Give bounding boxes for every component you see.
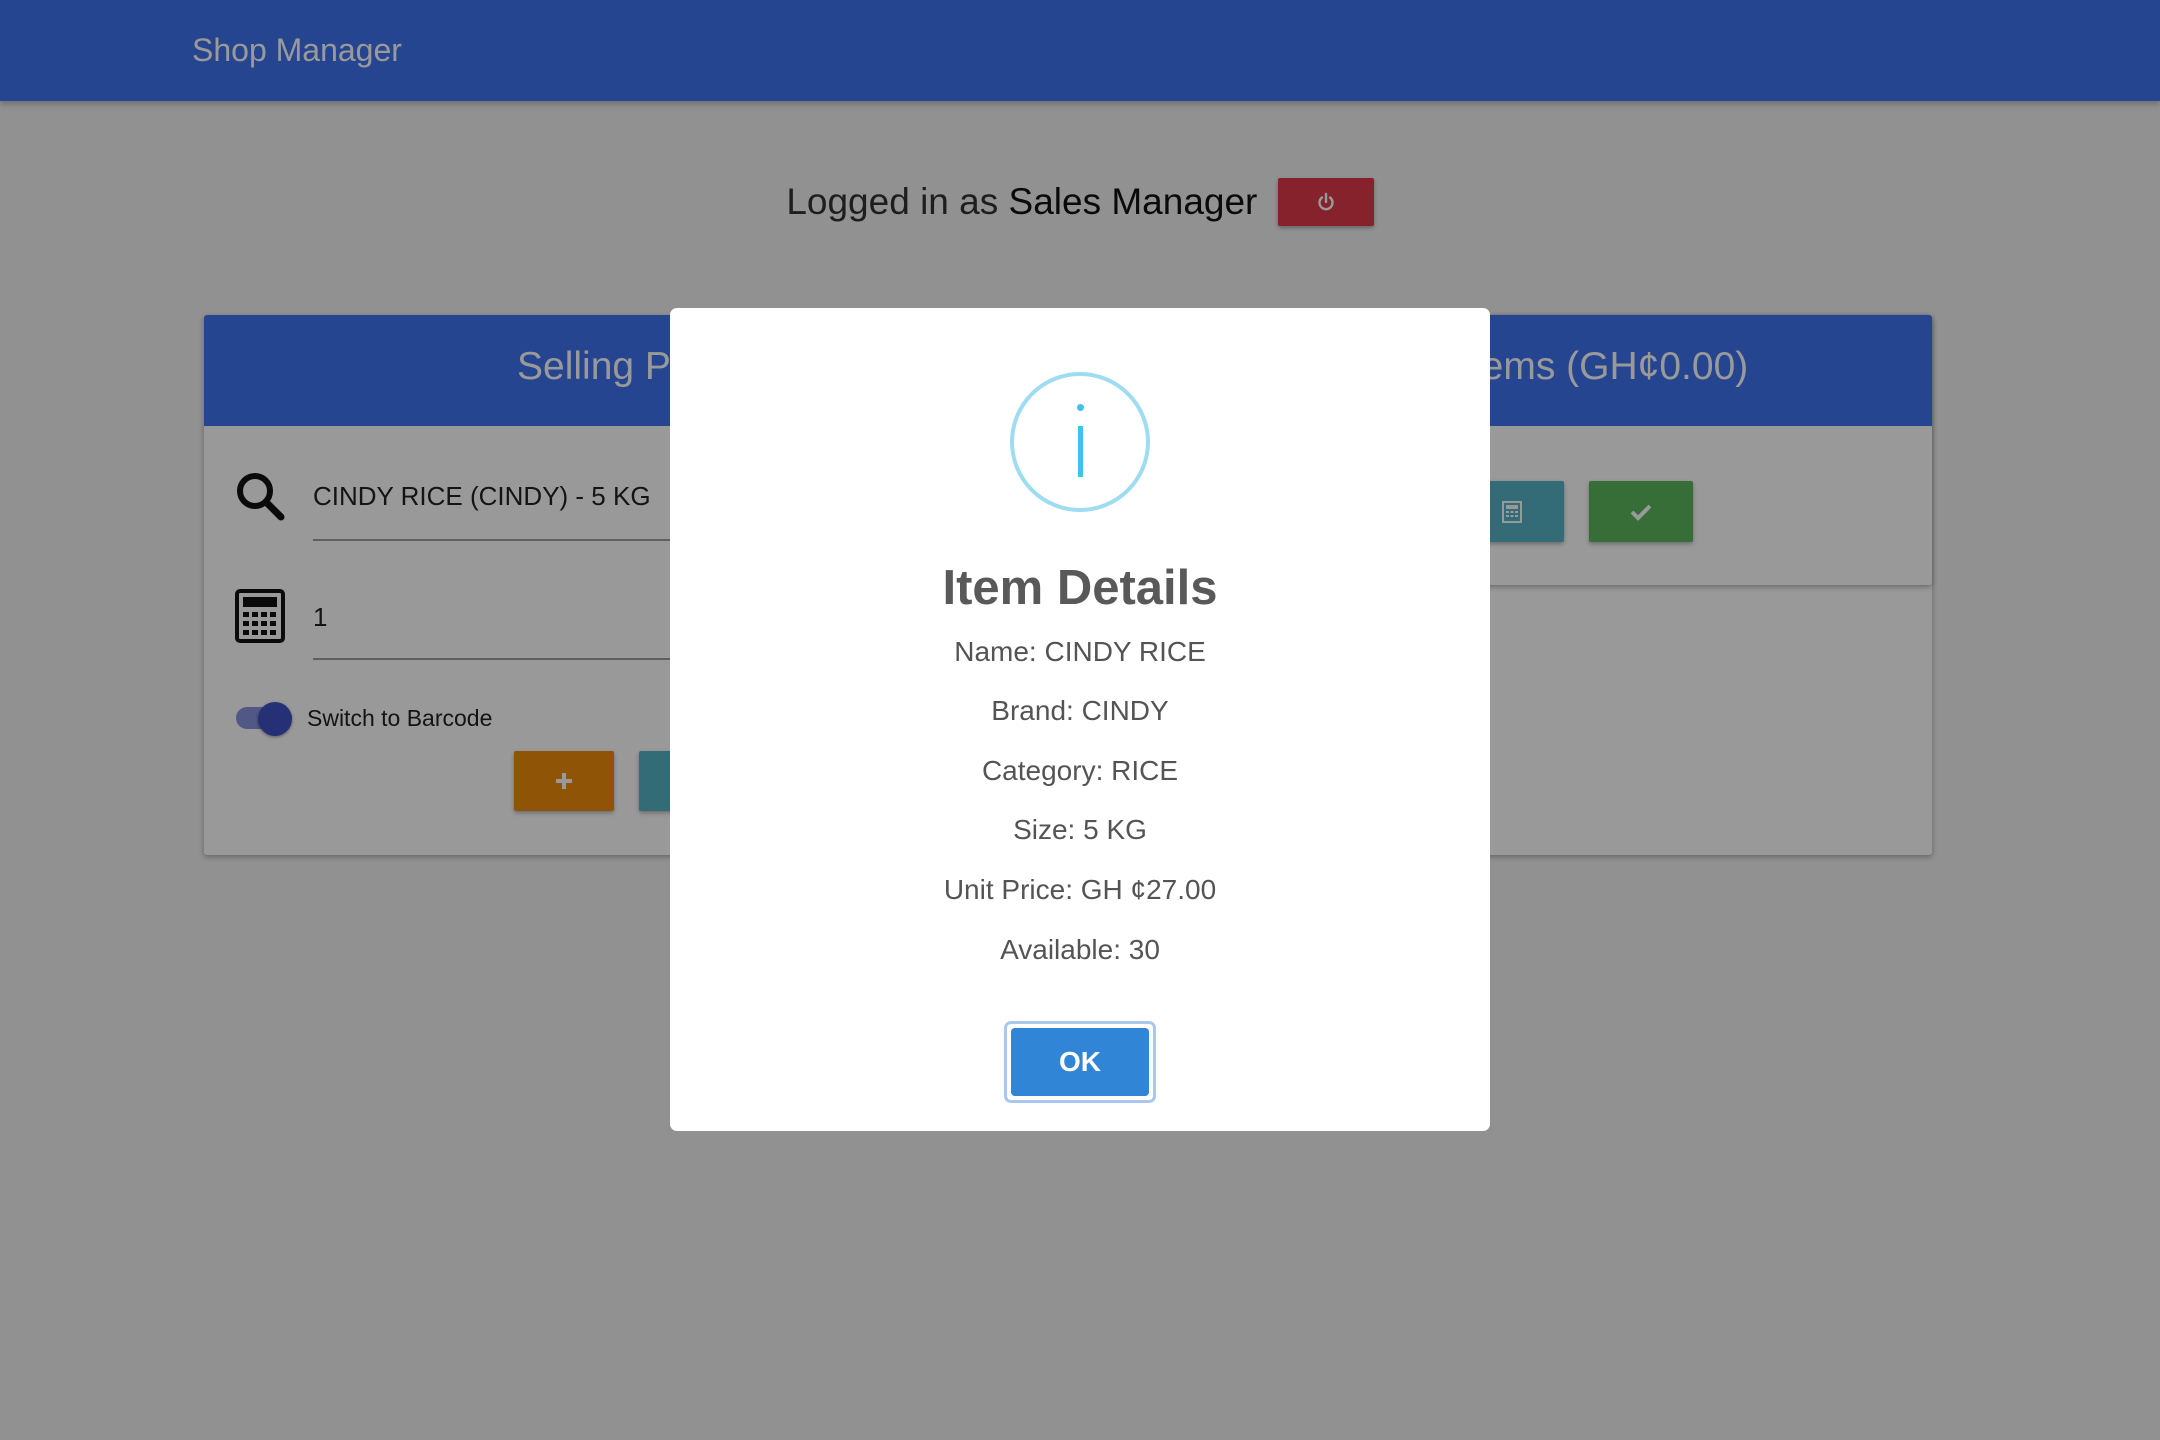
item-details-dialog: Item Details Name: CINDY RICE Brand: CIN… xyxy=(670,308,1490,1131)
info-icon-dot xyxy=(1077,404,1084,411)
dialog-title: Item Details xyxy=(942,561,1218,615)
ok-button[interactable]: OK xyxy=(1011,1028,1149,1096)
info-icon xyxy=(1010,372,1150,512)
ok-button-focus-ring: OK xyxy=(1004,1021,1156,1103)
item-size: Size: 5 KG xyxy=(1013,814,1147,845)
item-category: Category: RICE xyxy=(981,755,1179,786)
item-available: Available: 30 xyxy=(1000,934,1160,965)
item-name: Name: CINDY RICE xyxy=(954,636,1206,667)
item-unit-price: Unit Price: GH ¢27.00 xyxy=(943,874,1217,905)
info-icon-bar xyxy=(1078,426,1083,477)
item-brand: Brand: CINDY xyxy=(991,695,1169,726)
